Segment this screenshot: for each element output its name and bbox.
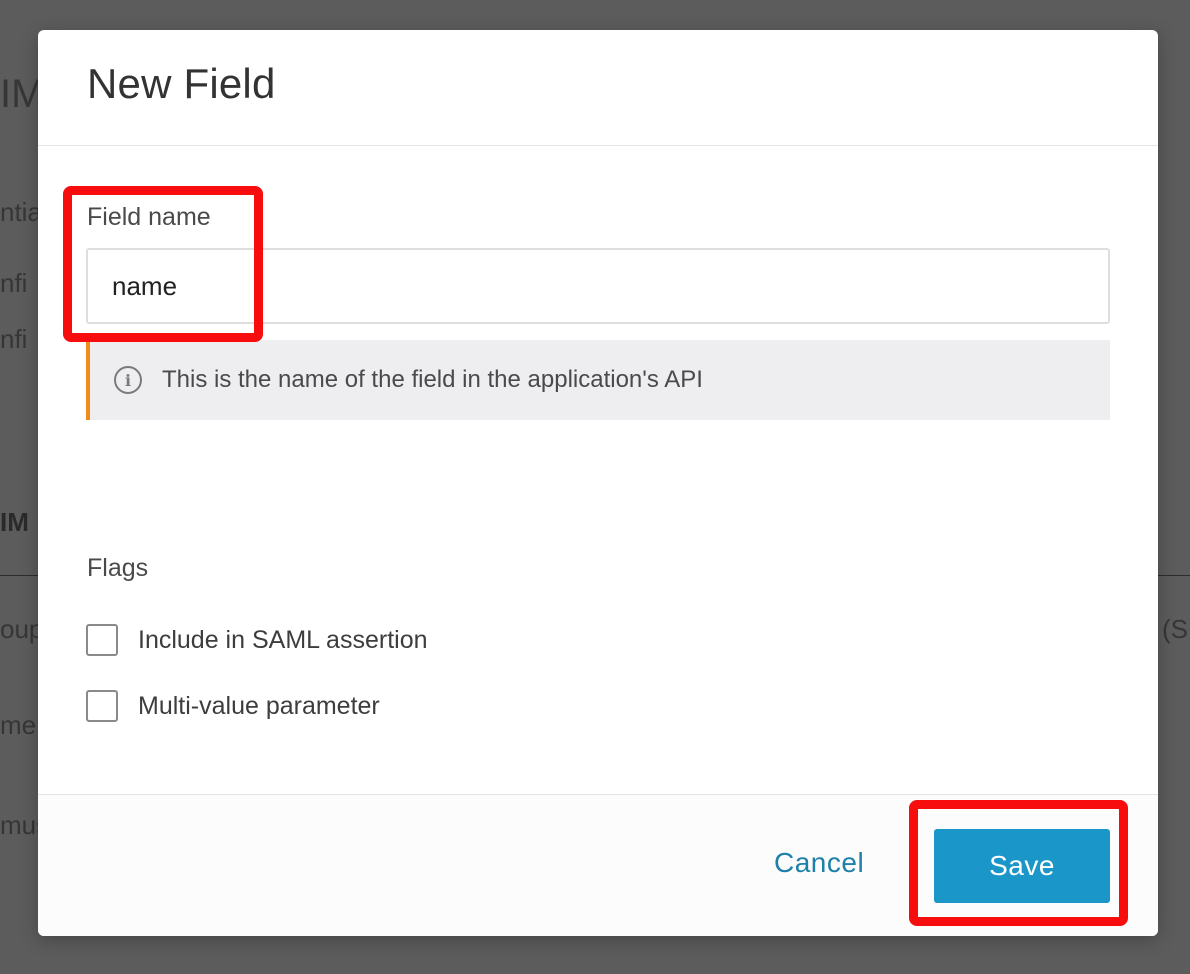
field-name-hint-text: This is the name of the field in the app…: [162, 366, 703, 393]
field-name-label: Field name: [87, 203, 211, 231]
include-in-saml-checkbox-row[interactable]: Include in SAML assertion: [86, 624, 428, 656]
include-in-saml-label[interactable]: Include in SAML assertion: [138, 626, 428, 655]
dialog-footer: Cancel Save: [38, 794, 1158, 936]
dialog-header: New Field: [38, 30, 1158, 146]
cancel-button[interactable]: Cancel: [774, 847, 864, 879]
field-name-input[interactable]: [86, 248, 1110, 324]
multi-value-checkbox-row[interactable]: Multi-value parameter: [86, 690, 380, 722]
field-name-hint: i This is the name of the field in the a…: [86, 340, 1110, 420]
dialog-body: Field name i This is the name of the fie…: [38, 146, 1158, 794]
info-icon: i: [114, 366, 142, 394]
flags-heading: Flags: [87, 554, 149, 582]
new-field-dialog: New Field Field name i This is the name …: [38, 30, 1158, 936]
multi-value-label[interactable]: Multi-value parameter: [138, 692, 380, 721]
multi-value-checkbox[interactable]: [86, 690, 118, 722]
include-in-saml-checkbox[interactable]: [86, 624, 118, 656]
save-button[interactable]: Save: [934, 829, 1110, 903]
dialog-title: New Field: [87, 60, 276, 107]
